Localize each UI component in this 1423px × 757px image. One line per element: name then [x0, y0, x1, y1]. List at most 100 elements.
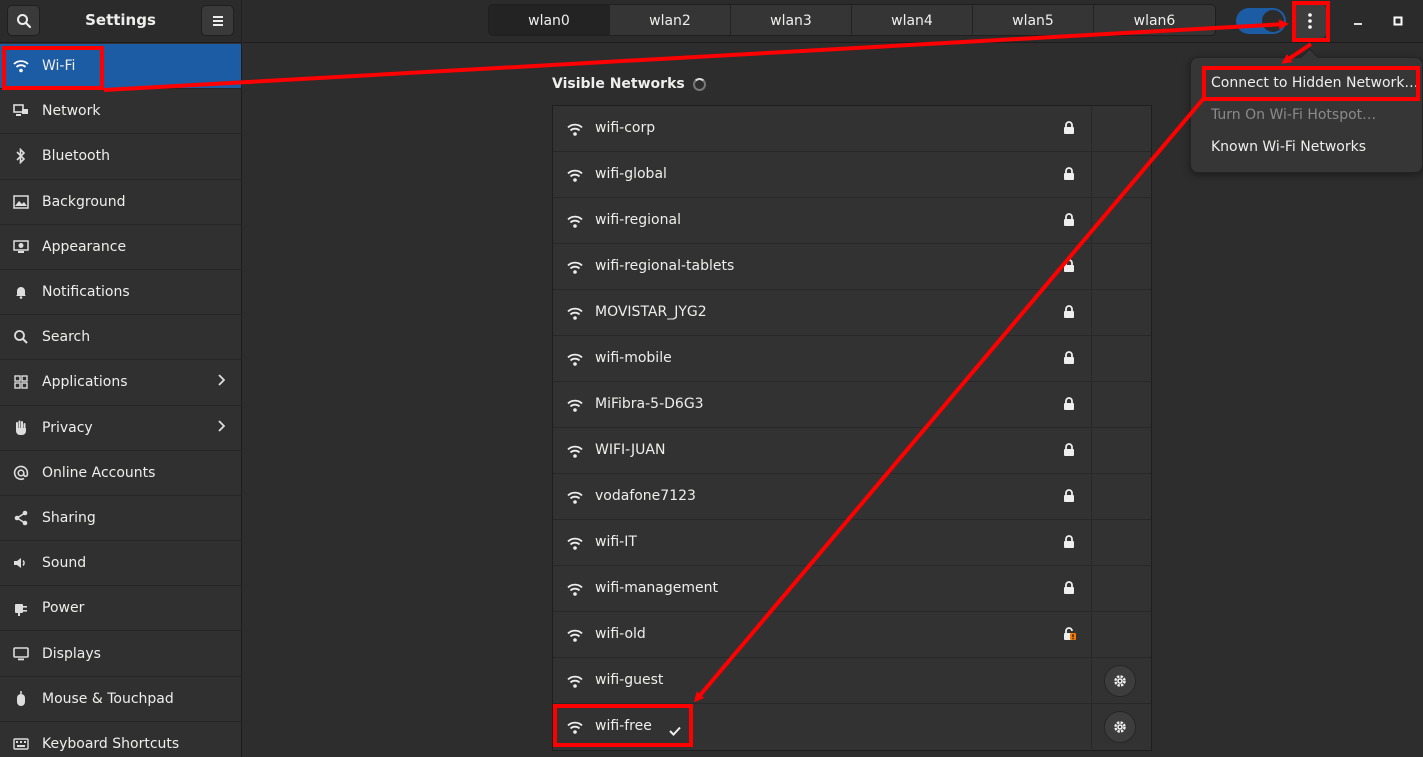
sidebar-item-label: Mouse & Touchpad [42, 690, 174, 707]
row-divider [1091, 106, 1092, 151]
network-icon [0, 104, 42, 118]
tab-wlan2[interactable]: wlan2 [610, 5, 731, 35]
sidebar-item-search[interactable]: Search [0, 315, 241, 361]
sidebar-item-power[interactable]: Power [0, 586, 241, 632]
row-divider [1091, 428, 1092, 473]
insecure-lock-icon [1063, 626, 1077, 645]
connect-hidden-network-item[interactable]: Connect to Hidden Network… [1211, 75, 1418, 91]
tab-wlan4[interactable]: wlan4 [852, 5, 973, 35]
sidebar-item-keyboard-shortcuts[interactable]: Keyboard Shortcuts [0, 722, 241, 757]
sidebar-item-bluetooth[interactable]: Bluetooth [0, 134, 241, 180]
mouse-icon [0, 690, 42, 707]
tab-wlan0[interactable]: wlan0 [489, 5, 610, 35]
lock-icon [1063, 534, 1075, 553]
sidebar-item-label: Online Accounts [42, 464, 156, 481]
row-divider [1091, 474, 1092, 519]
kebab-menu-icon [1307, 13, 1312, 29]
maximize-button[interactable] [1387, 10, 1409, 32]
sidebar-item-displays[interactable]: Displays [0, 631, 241, 677]
network-name: wifi-global [595, 166, 667, 182]
network-name: MOVISTAR_JYG2 [595, 304, 707, 320]
keyboard-icon [0, 738, 42, 750]
bluetooth-icon [0, 148, 42, 165]
tab-wlan3[interactable]: wlan3 [731, 5, 852, 35]
network-settings-button[interactable] [1104, 711, 1136, 743]
network-name: MiFibra-5-D6G3 [595, 396, 704, 412]
loading-spinner-icon [692, 77, 706, 91]
tab-wlan6[interactable]: wlan6 [1094, 5, 1215, 35]
row-divider [1091, 612, 1092, 657]
sidebar-item-label: Search [42, 329, 91, 346]
sidebar-item-notifications[interactable]: Notifications [0, 270, 241, 316]
sidebar-item-network[interactable]: Network [0, 89, 241, 135]
network-row[interactable]: wifi-management [553, 566, 1151, 612]
row-divider [1091, 198, 1092, 243]
network-row[interactable]: wifi-regional-tablets [553, 244, 1151, 290]
lock-icon [1063, 580, 1075, 599]
network-row[interactable]: MOVISTAR_JYG2 [553, 290, 1151, 336]
network-row[interactable]: wifi-corp [553, 106, 1151, 152]
network-row[interactable]: wifi-free [553, 704, 1151, 750]
known-networks-item[interactable]: Known Wi-Fi Networks [1211, 139, 1366, 155]
toggle-knob [1262, 10, 1284, 32]
wifi-signal-icon [567, 627, 583, 646]
network-row[interactable]: wifi-old [553, 612, 1151, 658]
chevron-right-icon [217, 374, 226, 390]
sidebar-item-label: Sound [42, 555, 87, 572]
network-row[interactable]: WIFI-JUAN [553, 428, 1151, 474]
sidebar-item-sound[interactable]: Sound [0, 541, 241, 587]
sidebar-item-background[interactable]: Background [0, 180, 241, 225]
sidebar-item-label: Displays [42, 645, 101, 662]
sidebar-item-label: Network [42, 103, 101, 120]
network-row[interactable]: wifi-guest [553, 658, 1151, 704]
lock-icon [1063, 304, 1075, 323]
sidebar-item-label: Bluetooth [42, 148, 110, 165]
sidebar-item-online-accounts[interactable]: Online Accounts [0, 451, 241, 496]
network-row[interactable]: wifi-IT [553, 520, 1151, 566]
more-options-button[interactable] [1293, 4, 1326, 38]
wifi-signal-icon [567, 581, 583, 600]
sidebar-item-privacy[interactable]: Privacy [0, 406, 241, 451]
sidebar-item-applications[interactable]: Applications [0, 360, 241, 406]
sidebar-item-label: Keyboard Shortcuts [42, 735, 180, 752]
lock-icon [1063, 350, 1075, 369]
row-divider [1091, 244, 1092, 289]
lock-icon [1063, 120, 1075, 139]
row-divider [1091, 658, 1092, 703]
sidebar-item-mouse-touchpad[interactable]: Mouse & Touchpad [0, 677, 241, 722]
wifi-signal-icon [567, 305, 583, 324]
network-name: wifi-management [595, 580, 718, 596]
wifi-signal-icon [567, 535, 583, 554]
wifi-signal-icon [567, 443, 583, 462]
network-settings-button[interactable] [1104, 665, 1136, 697]
network-row[interactable]: MiFibra-5-D6G3 [553, 382, 1151, 428]
network-row[interactable]: wifi-global [553, 152, 1151, 198]
sidebar-item-wifi[interactable]: Wi-Fi [0, 44, 241, 90]
network-row[interactable]: vodafone7123 [553, 474, 1151, 520]
sidebar-item-label: Applications [42, 374, 128, 391]
tab-wlan5[interactable]: wlan5 [973, 5, 1094, 35]
network-name: wifi-mobile [595, 350, 672, 366]
sidebar-item-label: Sharing [42, 509, 96, 526]
sidebar-list: Wi-Fi Network Bluetooth Background Appea… [0, 44, 241, 757]
network-name: wifi-regional [595, 212, 681, 228]
wifi-toggle[interactable] [1236, 8, 1286, 34]
sidebar-item-sharing[interactable]: Sharing [0, 496, 241, 542]
minimize-button[interactable] [1347, 10, 1369, 32]
minimize-icon [1354, 23, 1362, 25]
network-row[interactable]: wifi-regional [553, 198, 1151, 244]
speaker-icon [0, 556, 42, 570]
options-popover: Connect to Hidden Network… Turn On Wi-Fi… [1190, 57, 1423, 173]
wifi-signal-icon [567, 259, 583, 278]
background-icon [0, 194, 42, 209]
wifi-signal-icon [567, 121, 583, 140]
sidebar-item-appearance[interactable]: Appearance [0, 225, 241, 270]
lock-icon [1063, 166, 1075, 185]
lock-icon [1063, 212, 1075, 231]
main-menu-button[interactable] [201, 5, 234, 36]
network-row[interactable]: wifi-mobile [553, 336, 1151, 382]
section-title: Visible Networks [552, 76, 685, 92]
connected-check-icon [669, 721, 681, 740]
display-icon [0, 646, 42, 661]
lock-icon [1063, 488, 1075, 507]
